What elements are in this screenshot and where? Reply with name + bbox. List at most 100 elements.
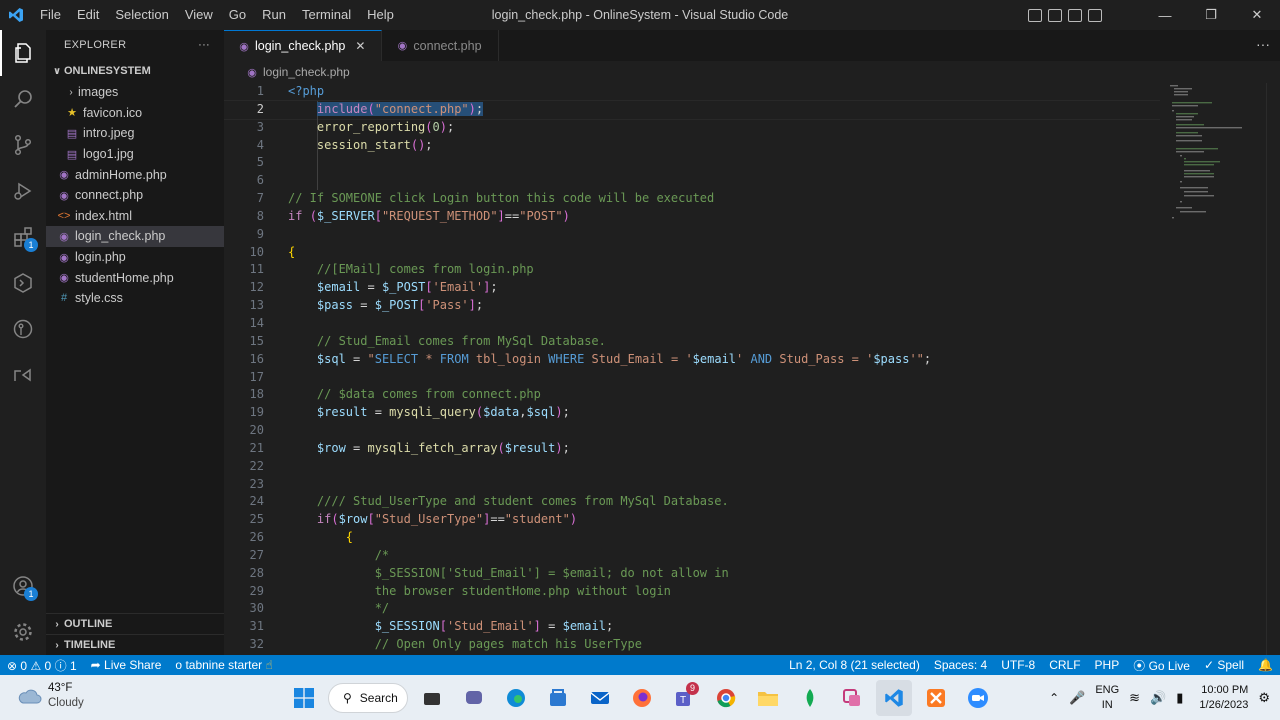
tree-item-index[interactable]: <> index.html — [46, 206, 224, 227]
code-line[interactable]: 13 $pass = $_POST['Pass']; — [224, 297, 1160, 315]
code-line[interactable]: 22 — [224, 458, 1160, 476]
zoom-icon[interactable] — [960, 680, 996, 716]
tree-item-images[interactable]: › images — [46, 82, 224, 103]
code-line[interactable]: 24 //// Stud_UserType and student comes … — [224, 493, 1160, 511]
chat-icon[interactable] — [456, 680, 492, 716]
encoding-status[interactable]: UTF-8 — [994, 658, 1042, 672]
code-line[interactable]: 15 // Stud_Email comes from MySql Databa… — [224, 333, 1160, 351]
live-share-status[interactable]: ➦ Live Share — [84, 658, 169, 672]
notifications-bell-icon[interactable]: 🔔 — [1251, 658, 1280, 672]
menu-terminal[interactable]: Terminal — [294, 0, 359, 30]
minimize-button[interactable]: — — [1142, 0, 1188, 30]
spell-status[interactable]: ✓ Spell — [1197, 658, 1251, 672]
edge-browser-icon[interactable] — [498, 680, 534, 716]
outline-section[interactable]: › OUTLINE — [46, 613, 224, 634]
go-live-button[interactable]: ⦿ Go Live — [1126, 657, 1197, 674]
code-line[interactable]: 9 — [224, 226, 1160, 244]
indentation-status[interactable]: Spaces: 4 — [927, 658, 994, 672]
breadcrumb[interactable]: ◉ login_check.php — [224, 61, 1280, 83]
weather-widget[interactable]: 43°F Cloudy — [16, 681, 84, 711]
code-line[interactable]: 21 $row = mysqli_fetch_array($result); — [224, 440, 1160, 458]
toggle-primary-sidebar-icon[interactable] — [1028, 8, 1042, 22]
code-editor[interactable]: 1 <?php 2 include("connect.php"); 3 error_r… — [224, 83, 1160, 655]
source-control-icon[interactable] — [0, 122, 46, 168]
tab-connect[interactable]: ◉ connect.php — [382, 30, 499, 61]
xampp-icon[interactable] — [918, 680, 954, 716]
code-line[interactable]: 5 — [224, 154, 1160, 173]
tree-item-studenthome[interactable]: ◉ studentHome.php — [46, 267, 224, 288]
code-line[interactable]: 2 include("connect.php"); — [224, 99, 1160, 120]
firefox-icon[interactable] — [624, 680, 660, 716]
explorer-icon[interactable] — [0, 30, 46, 76]
language-indicator[interactable]: ENG IN — [1095, 683, 1119, 713]
toggle-secondary-sidebar-icon[interactable] — [1068, 8, 1082, 22]
menu-go[interactable]: Go — [221, 0, 254, 30]
more-actions-icon[interactable]: ··· — [1256, 36, 1270, 52]
tabnine-status[interactable]: o tabnine starter ☝ — [168, 658, 279, 672]
code-line[interactable]: 29 the browser studentHome.php without l… — [224, 583, 1160, 601]
tree-item-intro[interactable]: ▤ intro.jpeg — [46, 123, 224, 144]
clock[interactable]: 10:00 PM 1/26/2023 — [1199, 683, 1248, 713]
code-line[interactable]: 10 { — [224, 244, 1160, 262]
eol-status[interactable]: CRLF — [1042, 658, 1087, 672]
search-icon[interactable] — [0, 76, 46, 122]
vertical-scrollbar[interactable] — [1266, 83, 1280, 655]
code-line[interactable]: 14 — [224, 315, 1160, 333]
close-icon[interactable]: ✕ — [355, 39, 365, 53]
code-line[interactable]: 27 /* — [224, 547, 1160, 565]
timeline-section[interactable]: › TIMELINE — [46, 634, 224, 655]
microsoft-store-icon[interactable] — [540, 680, 576, 716]
tree-item-style[interactable]: # style.css — [46, 288, 224, 309]
run-debug-icon[interactable] — [0, 168, 46, 214]
accounts-icon[interactable]: 1 — [0, 563, 46, 609]
language-mode[interactable]: PHP — [1088, 658, 1127, 672]
settings-gear-icon[interactable] — [0, 609, 46, 655]
battery-icon[interactable]: ▮ — [1176, 690, 1183, 706]
chrome-icon[interactable] — [708, 680, 744, 716]
volume-icon[interactable]: 🔊 — [1150, 690, 1166, 706]
code-line[interactable]: 11 //[EMail] comes from login.php — [224, 261, 1160, 279]
code-line[interactable]: 26 { — [224, 529, 1160, 547]
restore-button[interactable]: ❐ — [1188, 0, 1234, 30]
windows-start-icon[interactable] — [286, 680, 322, 716]
code-line[interactable]: 4 session_start(); — [224, 136, 1160, 155]
mail-icon[interactable] — [582, 680, 618, 716]
customize-layout-icon[interactable] — [1088, 8, 1102, 22]
menu-selection[interactable]: Selection — [107, 0, 176, 30]
code-line[interactable]: 17 — [224, 369, 1160, 387]
file-explorer-icon[interactable] — [750, 680, 786, 716]
task-view-icon[interactable] — [414, 680, 450, 716]
tree-item-adminhome[interactable]: ◉ adminHome.php — [46, 164, 224, 185]
cursor-position[interactable]: Ln 2, Col 8 (21 selected) — [782, 658, 927, 672]
code-line[interactable]: 12 $email = $_POST['Email']; — [224, 279, 1160, 297]
tree-item-login-check[interactable]: ◉ login_check.php — [46, 226, 224, 247]
notification-center-icon[interactable]: ⚙ — [1258, 690, 1270, 706]
code-line[interactable]: 30 */ — [224, 600, 1160, 618]
snipping-tool-icon[interactable] — [834, 680, 870, 716]
tree-item-logo1[interactable]: ▤ logo1.jpg — [46, 144, 224, 165]
code-line[interactable]: 32 // Open Only pages match his UserType — [224, 636, 1160, 654]
more-actions-icon[interactable]: ··· — [198, 39, 210, 51]
code-line[interactable]: 6 — [224, 172, 1160, 191]
menu-view[interactable]: View — [177, 0, 221, 30]
code-line[interactable]: 16 $sql = "SELECT * FROM tbl_login WHERE… — [224, 351, 1160, 369]
microphone-icon[interactable]: 🎤 — [1069, 690, 1085, 706]
code-line[interactable]: 31 $_SESSION['Stud_Email'] = $email; — [224, 618, 1160, 636]
code-line[interactable]: 3 error_reporting(0); — [224, 118, 1160, 137]
teams-icon[interactable]: T 9 — [666, 680, 702, 716]
tree-item-connect[interactable]: ◉ connect.php — [46, 185, 224, 206]
menu-file[interactable]: File — [32, 0, 69, 30]
tab-login-check[interactable]: ◉ login_check.php ✕ — [224, 30, 383, 61]
code-line[interactable]: 28 $_SESSION['Stud_Email'] = $email; do … — [224, 565, 1160, 583]
chevron-up-icon[interactable]: ⌃ — [1049, 691, 1059, 705]
gitlens-icon[interactable] — [0, 306, 46, 352]
remote-explorer-icon[interactable] — [0, 260, 46, 306]
tree-item-login[interactable]: ◉ login.php — [46, 247, 224, 268]
vscode-taskbar-icon[interactable] — [876, 679, 912, 716]
live-share-icon[interactable] — [0, 352, 46, 398]
code-line[interactable]: 1 <?php — [224, 83, 1160, 101]
wifi-icon[interactable]: ≋ — [1129, 690, 1140, 706]
menu-help[interactable]: Help — [359, 0, 402, 30]
code-line[interactable]: 19 $result = mysqli_query($data,$sql); — [224, 404, 1160, 422]
mongodb-icon[interactable] — [792, 680, 828, 716]
